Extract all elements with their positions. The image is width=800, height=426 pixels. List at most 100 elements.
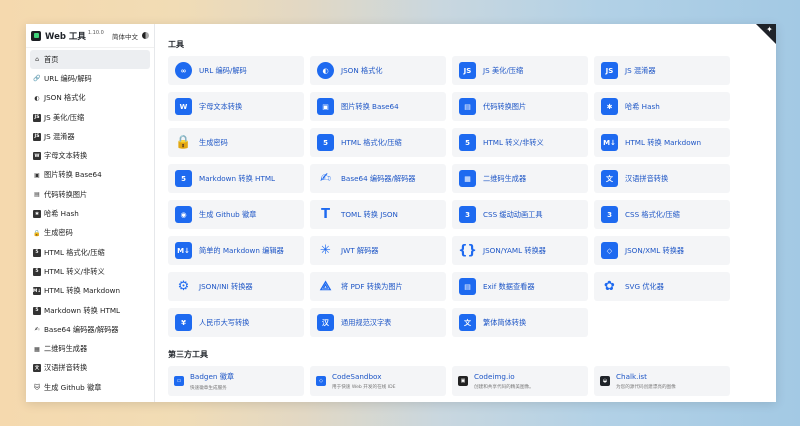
sidebar-item[interactable]: 5 HTML 格式化/压缩 bbox=[30, 243, 150, 262]
tool-card[interactable]: ✿ SVG 优化器 bbox=[594, 272, 730, 301]
tool-card-label: TOML 转换 JSON bbox=[341, 209, 398, 219]
sidebar-item-label: 字母文本转换 bbox=[44, 151, 88, 161]
sidebar-item[interactable]: M↓ HTML 转换 Markdown bbox=[30, 282, 150, 301]
html5-icon: 5 bbox=[33, 267, 41, 276]
tool-card[interactable]: ◉ 生成 Github 徽章 bbox=[168, 200, 304, 229]
sidebar-nav: ⌂ 首页 🔗 URL 编码/解码 ◐ JSON 格式化 JS JS 美化/压缩 JS JS 混淆器… bbox=[26, 48, 154, 399]
third-party-title: Badgen 徽章 bbox=[190, 371, 235, 381]
tool-card[interactable]: 🔒 生成密码 bbox=[168, 128, 304, 157]
sidebar-item-label: 汉语拼音转换 bbox=[44, 363, 88, 373]
xml-icon: ◇ bbox=[601, 242, 618, 259]
tool-card[interactable]: 5 Markdown 转换 HTML bbox=[168, 164, 304, 193]
tool-card[interactable]: ∞ URL 编码/解码 bbox=[168, 56, 304, 85]
translate-icon: 文 bbox=[33, 364, 41, 373]
theme-toggle-icon[interactable] bbox=[142, 32, 149, 39]
sidebar-item[interactable]: JS JS 美化/压缩 bbox=[30, 108, 150, 127]
tool-card[interactable]: ✳ JWT 解码器 bbox=[310, 236, 446, 265]
sidebar-item-label: Base64 编码器/解码器 bbox=[44, 324, 119, 334]
sidebar-item[interactable]: ✍ Base64 编码器/解码器 bbox=[30, 320, 150, 339]
tool-card[interactable]: ▤ 代码转换图片 bbox=[452, 92, 588, 121]
sidebar-item[interactable]: ▤ 代码转换图片 bbox=[30, 185, 150, 204]
tool-card[interactable]: ⚙ JSON/INI 转换器 bbox=[168, 272, 304, 301]
sidebar-item[interactable]: ◐ JSON 格式化 bbox=[30, 89, 150, 108]
tool-card[interactable]: JS JS 美化/压缩 bbox=[452, 56, 588, 85]
lock-icon: 🔒 bbox=[175, 135, 192, 150]
tool-card[interactable]: JS JS 混淆器 bbox=[594, 56, 730, 85]
js-icon: JS bbox=[601, 62, 618, 79]
sidebar: Web 工具 1.10.0 简体中文 ⌂ 首页 🔗 URL 编码/解码 ◐ JSON 格式… bbox=[26, 24, 155, 402]
tool-card-label: JWT 解码器 bbox=[341, 245, 379, 255]
toml-icon: T bbox=[321, 207, 330, 222]
js-icon: JS bbox=[33, 113, 41, 122]
tool-card[interactable]: ▣ 图片转换 Base64 bbox=[310, 92, 446, 121]
sidebar-item-label: HTML 格式化/压缩 bbox=[44, 247, 105, 257]
third-party-card[interactable]: ▣ Codeimg.io 创建和共享代码的精美图像。 bbox=[452, 366, 588, 396]
tool-card[interactable]: ✱ 哈希 Hash bbox=[594, 92, 730, 121]
tool-card-label: JSON/INI 转换器 bbox=[199, 281, 253, 291]
third-party-text: CodeSandbox 用于快速 Web 开发的在线 IDE bbox=[332, 372, 396, 390]
tool-card[interactable]: ▤ Exif 数据查看器 bbox=[452, 272, 588, 301]
tool-card[interactable]: 5 HTML 转义/非转义 bbox=[452, 128, 588, 157]
tool-card[interactable]: 文繁体简体转换 bbox=[452, 308, 588, 337]
sidebar-item[interactable]: 🔒 生成密码 bbox=[30, 224, 150, 243]
hash-icon: ✱ bbox=[33, 210, 41, 219]
app-version: 1.10.0 bbox=[87, 29, 104, 36]
tool-card[interactable]: 汉通用规范汉字表 bbox=[310, 308, 446, 337]
tool-card-label: Base64 编码器/解码器 bbox=[341, 173, 416, 183]
sidebar-item[interactable]: W 字母文本转换 bbox=[30, 146, 150, 165]
tool-card-label: 汉语拼音转换 bbox=[625, 173, 669, 183]
sidebar-item[interactable]: JS JS 混淆器 bbox=[30, 127, 150, 146]
third-party-grid: ▭ Badgen 徽章快速徽章生成服务 ◇ CodeSandbox 用于快速 Web 开… bbox=[168, 366, 762, 396]
tool-card[interactable]: ◇ JSON/XML 转换器 bbox=[594, 236, 730, 265]
sidebar-item[interactable]: 文汉语拼音转换 bbox=[30, 359, 150, 378]
sidebar-item[interactable]: 🐱 生成 Github 徽章 bbox=[30, 378, 150, 397]
tool-card[interactable]: 3 CSS 格式化/压缩 bbox=[594, 200, 730, 229]
tool-card[interactable]: ▦ 二维码生成器 bbox=[452, 164, 588, 193]
third-party-title: Chalk.ist bbox=[616, 372, 647, 381]
third-party-card[interactable]: ▭ Badgen 徽章快速徽章生成服务 bbox=[168, 366, 304, 396]
tool-card[interactable]: T TOML 转换 JSON bbox=[310, 200, 446, 229]
tool-card[interactable]: 3 CSS 缓动动画工具 bbox=[452, 200, 588, 229]
sidebar-item[interactable]: ⌂ 首页 bbox=[30, 50, 150, 70]
sidebar-item[interactable]: ✱ 哈希 Hash bbox=[30, 204, 150, 223]
third-party-card[interactable]: ◇ CodeSandbox 用于快速 Web 开发的在线 IDE bbox=[310, 366, 446, 396]
third-party-desc: 快速徽章生成服务 bbox=[190, 385, 227, 391]
tool-card[interactable]: 文汉语拼音转换 bbox=[594, 164, 730, 193]
tool-card-label: 生成 Github 徽章 bbox=[199, 209, 257, 219]
sidebar-item-label: 代码转换图片 bbox=[44, 189, 88, 199]
tool-card[interactable]: W 字母文本转换 bbox=[168, 92, 304, 121]
tool-card[interactable]: M↓ 简单的 Markdown 编辑器 bbox=[168, 236, 304, 265]
jwt-icon: ✳ bbox=[320, 243, 331, 258]
tool-card-label: 哈希 Hash bbox=[625, 101, 660, 111]
html5-icon: 5 bbox=[317, 134, 334, 151]
sidebar-item-label: 生成 Github 徽章 bbox=[44, 382, 102, 392]
third-party-section-title: 第三方工具 bbox=[168, 350, 208, 359]
sidebar-item[interactable]: 🔗 URL 编码/解码 bbox=[30, 69, 150, 88]
third-party-card[interactable]: ◒ Chalk.ist 为您的源代码创建漂亮的图像 bbox=[594, 366, 730, 396]
tool-card[interactable]: ⟁ 将 PDF 转换为图片 bbox=[310, 272, 446, 301]
tool-card[interactable]: {} JSON/YAML 转换器 bbox=[452, 236, 588, 265]
tools-grid: ∞ URL 编码/解码 ◐ JSON 格式化 JS JS 美化/压缩 JS JS 混淆器 W 字母… bbox=[168, 56, 762, 337]
gear-icon: ⚙ bbox=[177, 279, 190, 294]
github-icon: 🐱 bbox=[33, 384, 41, 392]
tool-card-label: 将 PDF 转换为图片 bbox=[341, 281, 403, 291]
tool-card[interactable]: M↓ HTML 转换 Markdown bbox=[594, 128, 730, 157]
sidebar-item-label: 图片转换 Base64 bbox=[44, 170, 102, 180]
image-icon: ▣ bbox=[34, 171, 40, 179]
badgen-icon: ▭ bbox=[174, 376, 184, 386]
markdown-icon: M↓ bbox=[601, 134, 618, 151]
tool-card[interactable]: 5 HTML 格式化/压缩 bbox=[310, 128, 446, 157]
tool-card[interactable]: ¥ 人民币大写转换 bbox=[168, 308, 304, 337]
sidebar-item[interactable]: 5 HTML 转义/非转义 bbox=[30, 262, 150, 281]
tool-card[interactable]: ✍ Base64 编码器/解码器 bbox=[310, 164, 446, 193]
third-party-text: Chalk.ist 为您的源代码创建漂亮的图像 bbox=[616, 372, 676, 390]
sidebar-item[interactable]: ▣ 图片转换 Base64 bbox=[30, 166, 150, 185]
lock-icon: 🔒 bbox=[33, 229, 41, 237]
sidebar-item-label: HTML 转换 Markdown bbox=[44, 286, 121, 296]
sidebar-item[interactable]: 5 Markdown 转换 HTML bbox=[30, 301, 150, 320]
github-icon: ◉ bbox=[175, 206, 192, 223]
sidebar-item[interactable]: ▦ 二维码生成器 bbox=[30, 339, 150, 358]
html5-icon: 5 bbox=[33, 248, 41, 257]
tool-card[interactable]: ◐ JSON 格式化 bbox=[310, 56, 446, 85]
language-switch[interactable]: 简体中文 bbox=[112, 31, 138, 41]
